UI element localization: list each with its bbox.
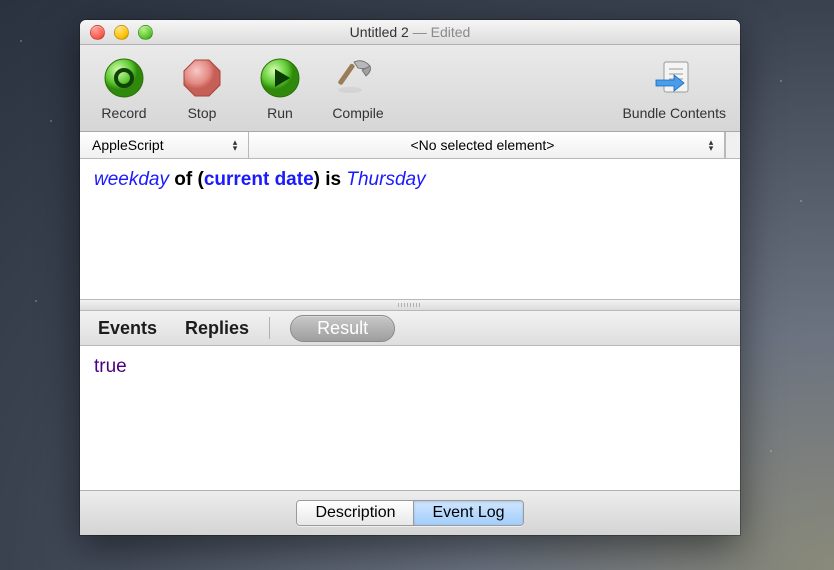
toolbar: Record Stop (80, 45, 740, 132)
run-label: Run (267, 105, 293, 121)
code-token: is (320, 169, 346, 190)
titlebar: Untitled 2 — Edited (80, 20, 740, 45)
minimize-button[interactable] (114, 25, 129, 40)
stepper-icon: ▴▾ (704, 139, 718, 151)
compile-icon (335, 55, 381, 101)
code-token: Thursday (346, 169, 425, 190)
bundle-contents-icon (651, 55, 697, 101)
compile-label: Compile (332, 105, 383, 121)
run-icon (257, 55, 303, 101)
element-selector[interactable]: <No selected element> ▴▾ (249, 132, 725, 158)
stop-button[interactable]: Stop (172, 55, 232, 121)
record-label: Record (101, 105, 146, 121)
title-edited-suffix: — Edited (409, 24, 470, 40)
tab-divider (269, 317, 270, 339)
applescript-editor-window: Untitled 2 — Edited Record (80, 20, 740, 535)
code-token: current date (204, 169, 314, 190)
record-icon (101, 55, 147, 101)
stepper-icon: ▴▾ (228, 139, 242, 151)
close-button[interactable] (90, 25, 105, 40)
log-tab-bar: Events Replies Result (80, 311, 740, 346)
zoom-button[interactable] (138, 25, 153, 40)
splitter-handle[interactable] (80, 300, 740, 311)
result-output-area[interactable]: true (80, 346, 740, 490)
language-value: AppleScript (92, 137, 164, 153)
code-token: of (169, 169, 198, 190)
window-title: Untitled 2 — Edited (80, 24, 740, 40)
title-main: Untitled 2 (350, 24, 409, 40)
element-value: <No selected element> (411, 137, 555, 153)
bundle-contents-label: Bundle Contents (622, 105, 726, 121)
bundle-contents-button[interactable]: Bundle Contents (622, 55, 726, 121)
tab-event-log[interactable]: Event Log (413, 501, 522, 525)
selector-bar: AppleScript ▴▾ <No selected element> ▴▾ (80, 132, 740, 159)
run-button[interactable]: Run (250, 55, 310, 121)
result-value: true (94, 356, 127, 377)
record-button[interactable]: Record (94, 55, 154, 121)
tab-result[interactable]: Result (290, 315, 395, 342)
script-editor-area[interactable]: weekday of (current date) is Thursday (80, 159, 740, 300)
tab-description[interactable]: Description (297, 501, 413, 525)
tab-events[interactable]: Events (98, 318, 157, 339)
view-segmented-control: Description Event Log (296, 500, 523, 526)
language-selector[interactable]: AppleScript ▴▾ (80, 132, 249, 158)
tab-replies[interactable]: Replies (185, 318, 249, 339)
traffic-lights (80, 25, 153, 40)
stop-icon (179, 55, 225, 101)
code-token: weekday (94, 169, 169, 190)
bottom-bar: Description Event Log (80, 490, 740, 535)
selector-endcap (725, 132, 740, 158)
stop-label: Stop (188, 105, 217, 121)
compile-button[interactable]: Compile (328, 55, 388, 121)
